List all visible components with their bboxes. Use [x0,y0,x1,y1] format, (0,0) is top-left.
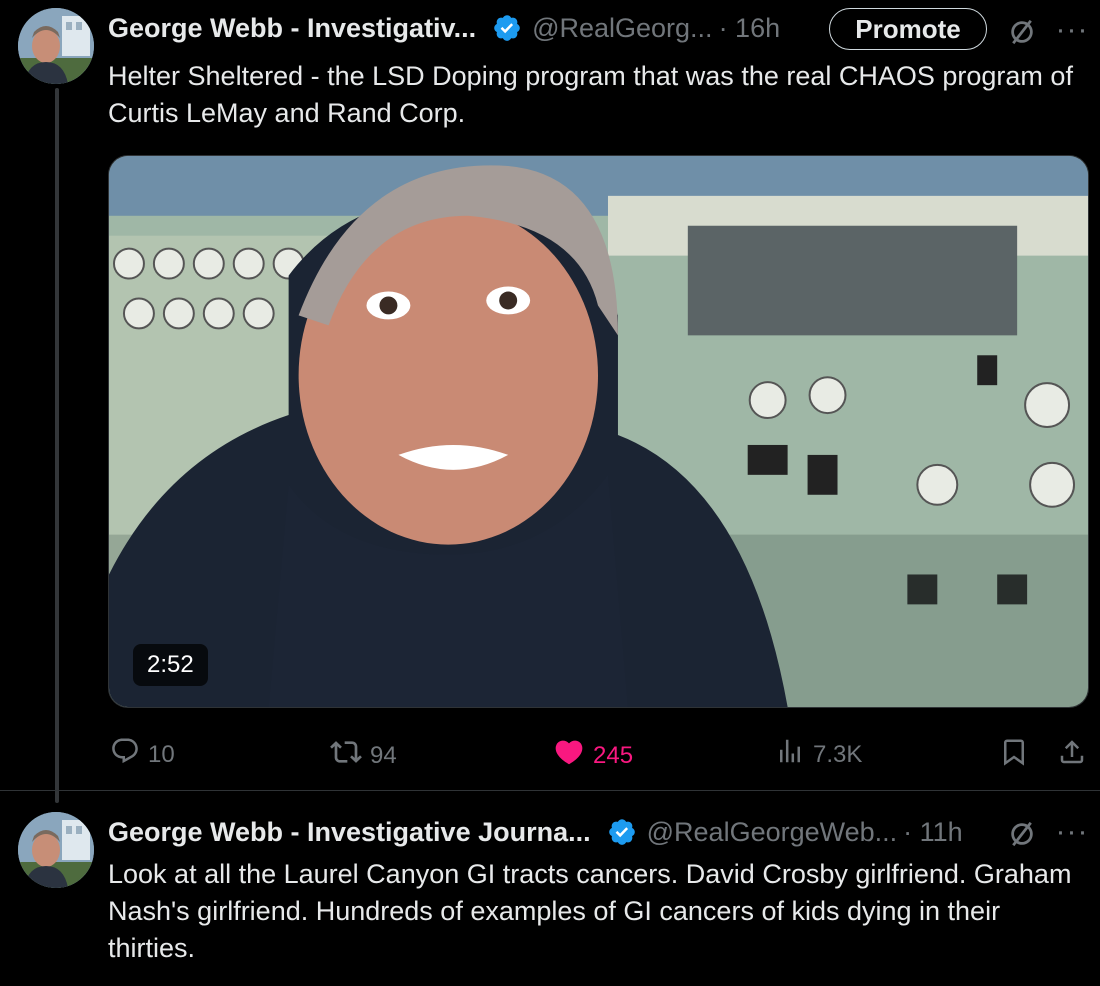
action-bar: 10 94 245 7.3K [0,728,1100,774]
repost-count: 94 [370,741,397,769]
timestamp[interactable]: · 11h [903,817,963,848]
tweet-header: George Webb - Investigative Journa... @R… [108,812,963,852]
tweet-text: Helter Sheltered - the LSD Doping progra… [108,61,1073,128]
grok-icon[interactable] [1004,816,1040,852]
more-icon[interactable]: ··· [1052,10,1092,50]
timestamp[interactable]: · 16h [719,13,781,44]
grok-icon[interactable] [1004,14,1040,50]
verified-badge-icon [492,13,522,43]
avatar[interactable] [18,8,94,84]
reply-button[interactable]: 10 [110,736,175,773]
views-icon [775,736,813,773]
like-icon [553,736,593,775]
views-count: 7.3K [813,740,863,768]
views-button[interactable]: 7.3K [775,736,862,773]
repost-icon [330,736,370,775]
author-name[interactable]: George Webb - Investigative Journa... [108,817,591,848]
share-icon[interactable] [1054,734,1090,770]
author-handle[interactable]: @RealGeorgeWeb... [647,817,898,848]
thread-connector [55,88,59,803]
promote-button[interactable]: Promote [829,8,987,50]
author-name[interactable]: George Webb - Investigativ... [108,13,476,44]
video-player[interactable] [108,155,1089,708]
repost-button[interactable]: 94 [330,736,397,775]
bookmark-icon[interactable] [996,734,1032,770]
like-count: 245 [593,741,634,769]
tweet-header: George Webb - Investigativ... @RealGeorg… [108,8,780,48]
tweet-text: Look at all the Laurel Canyon GI tracts … [108,859,1072,963]
tweet-divider [0,790,1100,791]
more-icon[interactable]: ··· [1052,812,1092,852]
video-duration: 2:52 [133,644,208,686]
author-handle[interactable]: @RealGeorg... [532,13,712,44]
avatar[interactable] [18,812,94,888]
reply-icon [110,736,148,773]
verified-badge-icon [607,817,637,847]
like-button[interactable]: 245 [553,736,633,775]
reply-count: 10 [148,740,175,768]
